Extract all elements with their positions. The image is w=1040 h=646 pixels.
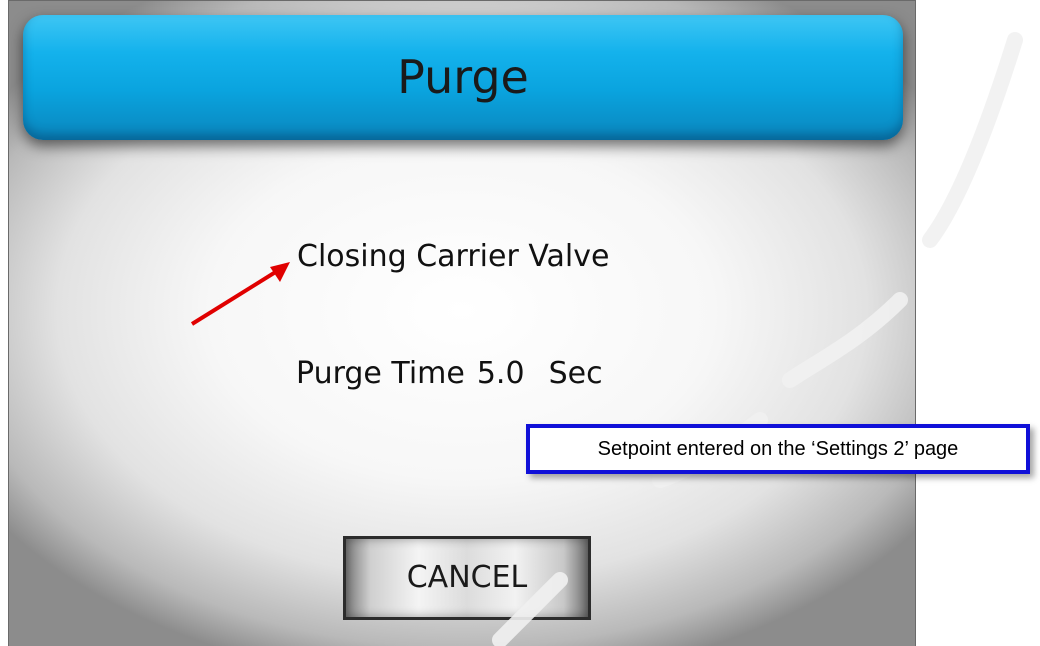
annotation-text: Setpoint entered on the ‘Settings 2’ pag… xyxy=(597,438,959,460)
screenshot-stage: Purge Closing Carrier Valve Purge Time 5.… xyxy=(0,0,1040,646)
cancel-button-label: CANCEL xyxy=(406,560,528,595)
dialog-title: Purge xyxy=(397,50,529,104)
red-arrow-icon xyxy=(190,262,290,326)
purge-time-label: Purge Time xyxy=(296,356,465,391)
cancel-button[interactable]: CANCEL xyxy=(343,536,591,620)
purge-time-value: 5.0 xyxy=(476,356,525,391)
dialog-title-bar: Purge xyxy=(23,15,903,140)
purge-time-readout: Purge Time 5.0 Sec xyxy=(296,356,603,391)
annotation-callout: Setpoint entered on the ‘Settings 2’ pag… xyxy=(526,424,1030,474)
status-message: Closing Carrier Valve xyxy=(297,239,610,274)
purge-time-unit: Sec xyxy=(548,356,603,391)
purge-dialog: Purge Closing Carrier Valve Purge Time 5.… xyxy=(8,0,916,646)
